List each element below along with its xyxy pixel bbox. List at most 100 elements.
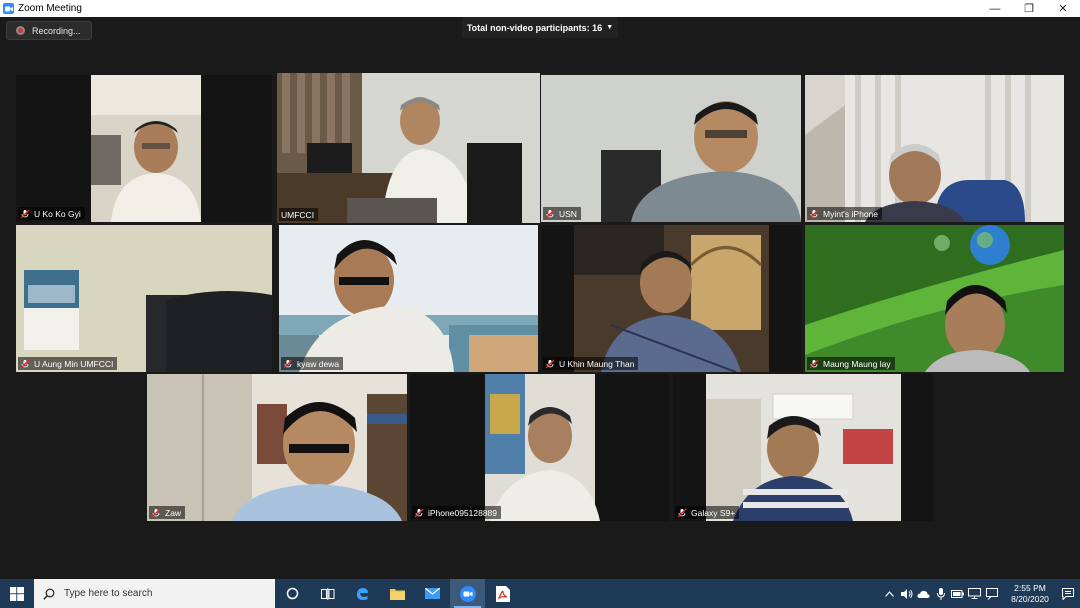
participant-name: Maung Maung lay	[823, 358, 891, 369]
participant-name: U Ko Ko Gyi	[34, 208, 81, 219]
task-view-button[interactable]	[310, 579, 345, 608]
windows-logo-icon	[10, 586, 24, 601]
mail-icon	[425, 588, 440, 599]
video-tile-active-speaker[interactable]: UMFCCI	[277, 73, 540, 223]
participant-name: U Aung Min UMFCCI	[34, 358, 114, 369]
nonvideo-participants-dropdown[interactable]: Total non-video participants: 16 ▼	[462, 17, 618, 38]
video-feed	[410, 374, 669, 521]
participant-name-tag: iPhone095128889	[412, 506, 502, 519]
participant-name: kyaw dewa	[297, 358, 340, 369]
windows-taskbar: Type here to search 2:55 PM 8/20/2020	[0, 579, 1080, 608]
notification-icon	[1062, 587, 1074, 600]
participant-name-tag: Zaw	[149, 506, 186, 519]
participant-name: USN	[559, 208, 577, 219]
participant-name-tag: U Aung Min UMFCCI	[18, 357, 118, 370]
cortana-button[interactable]	[275, 579, 310, 608]
video-tile[interactable]: Myint's iPhone	[805, 75, 1064, 222]
participant-name-tag: USN	[543, 207, 581, 220]
muted-mic-icon	[545, 359, 555, 369]
video-tile[interactable]: iPhone095128889	[410, 374, 669, 521]
restore-button[interactable]: ❐	[1012, 0, 1046, 17]
muted-mic-icon	[20, 359, 30, 369]
taskbar-clock[interactable]: 2:55 PM 8/20/2020	[1004, 583, 1056, 605]
zoom-app-icon	[3, 3, 14, 14]
system-tray: 2:55 PM 8/20/2020	[881, 579, 1080, 608]
participant-name-tag: UMFCCI	[279, 208, 319, 221]
video-feed	[673, 374, 933, 521]
video-feed	[805, 225, 1064, 372]
muted-mic-icon	[809, 359, 819, 369]
recording-indicator[interactable]: Recording...	[6, 21, 92, 40]
video-feed	[16, 75, 272, 222]
video-tile[interactable]: U Ko Ko Gyi	[16, 75, 272, 222]
clock-time: 2:55 PM	[1014, 582, 1046, 593]
participant-name-tag: Myint's iPhone	[807, 207, 883, 220]
pdf-reader-button[interactable]	[485, 579, 520, 608]
cortana-icon	[286, 587, 299, 600]
edge-browser-icon	[357, 588, 368, 600]
video-feed	[147, 374, 407, 521]
nonvideo-participants-label: Total non-video participants: 16	[466, 22, 603, 33]
clock-date: 8/20/2020	[1011, 593, 1049, 604]
recording-label: Recording...	[32, 25, 81, 36]
participant-name: Galaxy S9+	[691, 507, 736, 518]
minimize-button[interactable]: —	[978, 0, 1012, 17]
volume-icon[interactable]	[898, 579, 915, 608]
participant-name: Zaw	[165, 507, 182, 518]
start-button[interactable]	[0, 579, 34, 608]
zoom-taskbar-button[interactable]	[450, 579, 485, 608]
network-icon[interactable]	[966, 579, 983, 608]
title-bar: Zoom Meeting — ❐ ✕	[0, 0, 1080, 17]
muted-mic-icon	[809, 209, 819, 219]
participant-name-tag: Maung Maung lay	[807, 357, 895, 370]
zoom-icon	[459, 585, 476, 602]
video-feed	[541, 75, 801, 222]
participant-name: Myint's iPhone	[823, 208, 879, 219]
close-button[interactable]: ✕	[1046, 0, 1080, 17]
language-icon[interactable]	[983, 579, 1000, 608]
video-feed	[279, 225, 538, 372]
video-tile[interactable]: USN	[541, 75, 801, 222]
task-view-icon	[320, 587, 334, 600]
file-explorer-button[interactable]	[380, 579, 415, 608]
video-feed	[277, 73, 540, 223]
onedrive-cloud-icon[interactable]	[915, 579, 932, 608]
video-tile[interactable]: Maung Maung lay	[805, 225, 1064, 372]
search-placeholder: Type here to search	[64, 588, 153, 599]
participant-name: U Khin Maung Than	[559, 358, 635, 369]
edge-browser-button[interactable]	[345, 579, 380, 608]
folder-icon	[390, 589, 405, 600]
video-tile[interactable]: Zaw	[147, 374, 407, 521]
taskbar-search-box[interactable]: Type here to search	[34, 579, 275, 608]
muted-mic-icon	[151, 508, 161, 518]
muted-mic-icon	[283, 359, 293, 369]
participant-name: iPhone095128889	[428, 507, 498, 518]
participant-name-tag: U Ko Ko Gyi	[18, 207, 85, 220]
pdf-icon	[495, 585, 510, 602]
muted-mic-icon	[20, 209, 30, 219]
battery-icon[interactable]	[949, 579, 966, 608]
muted-mic-icon	[414, 508, 424, 518]
chevron-down-icon: ▼	[606, 24, 614, 31]
video-tile[interactable]: Galaxy S9+	[673, 374, 933, 521]
video-feed	[16, 225, 272, 372]
participant-name-tag: Galaxy S9+	[675, 506, 740, 519]
participant-name-tag: U Khin Maung Than	[543, 357, 639, 370]
zoom-meeting-window: Zoom Meeting — ❐ ✕ Recording... Total no…	[0, 0, 1080, 608]
mail-button[interactable]	[415, 579, 450, 608]
video-feed	[805, 75, 1064, 222]
microphone-icon[interactable]	[932, 579, 949, 608]
video-tile[interactable]: U Aung Min UMFCCI	[16, 225, 272, 372]
window-title: Zoom Meeting	[18, 3, 82, 14]
recording-icon	[16, 26, 25, 35]
action-center-button[interactable]	[1056, 579, 1080, 608]
video-tile[interactable]: kyaw dewa	[279, 225, 538, 372]
video-tile[interactable]: U Khin Maung Than	[541, 225, 801, 372]
show-hidden-icons-chevron-icon[interactable]	[881, 579, 898, 608]
participant-name-tag: kyaw dewa	[281, 357, 344, 370]
muted-mic-icon	[677, 508, 687, 518]
muted-mic-icon	[545, 209, 555, 219]
participant-name: UMFCCI	[281, 209, 315, 220]
search-icon	[43, 588, 55, 600]
video-feed	[541, 225, 801, 372]
